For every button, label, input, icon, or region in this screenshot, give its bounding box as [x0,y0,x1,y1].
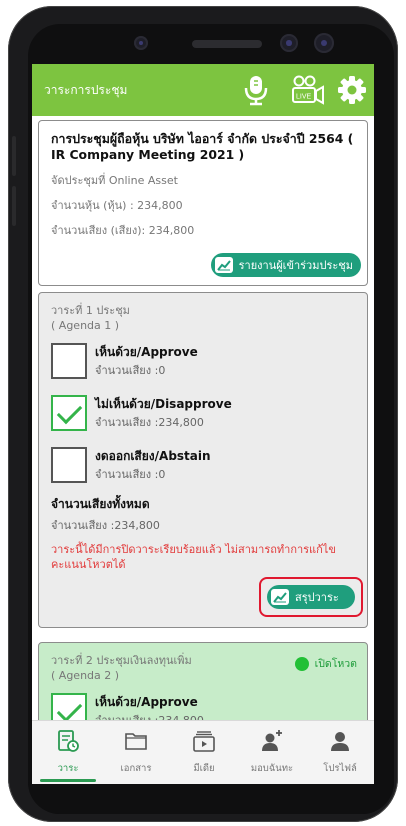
agenda-summary-label: สรุปวาระ [295,591,339,604]
vote-checkbox[interactable] [51,447,87,483]
agenda-closed-notice: วาระนี้ได้มีการปิดวาระเรียบร้อยแล้ว ไม่ส… [51,543,336,571]
app-screen: วาระการประชุม LIVE การประชุมผู้ถือหุ้น บ… [32,64,374,784]
nav-item-media[interactable]: มีเดีย [170,721,238,784]
volume-up-button [12,136,16,176]
agenda-summary-button[interactable]: สรุปวาระ [267,585,355,609]
speaker-grille [192,40,262,48]
nav-label: มีเดีย [193,763,215,774]
vote-option-label: งดออกเสียง/Abstain [95,449,211,463]
svg-text:LIVE: LIVE [296,94,312,101]
vote-option-count: จำนวนเสียง :234,800 [95,416,204,429]
chart-icon [214,257,233,273]
vote-option-approve[interactable]: เห็นด้วย/Approve จำนวนเสียง :0 [51,343,355,389]
nav-label: มอบฉันทะ [250,763,294,774]
gear-icon[interactable] [338,76,366,108]
agenda-card-2: วาระที่ 2 ประชุมเงินลงทุนเพิ่ม ( Agenda … [38,642,368,720]
agenda-title: วาระที่ 1 ประชุม [51,304,130,317]
status-dot-icon [294,656,309,671]
open-vote-status: เปิดโหวต [294,655,357,672]
sensor-icon [134,36,148,50]
nav-item-documents[interactable]: เอกสาร [102,721,170,784]
share-count: จำนวนหุ้น (หุ้น) : 234,800 [51,199,183,212]
agenda-card-1: วาระที่ 1 ประชุม ( Agenda 1 ) เห็นด้วย/A… [38,292,368,628]
vote-checkbox[interactable] [51,343,87,379]
page-title: วาระการประชุม [44,83,128,97]
nav-item-proxy[interactable]: มอบฉันทะ [238,721,306,784]
vote-option-approve[interactable]: เห็นด้วย/Approve จำนวนเสียง :234,800 [51,693,355,720]
meeting-venue: จัดประชุมที่ Online Asset [51,174,178,187]
media-icon [193,731,215,752]
agenda-subtitle: ( Agenda 1 ) [51,319,120,332]
vote-option-label: ไม่เห็นด้วย/Disapprove [95,397,232,411]
total-votes-label: จำนวนเสียงทั้งหมด [51,497,150,511]
nav-item-profile[interactable]: โปรไฟล์ [306,721,374,784]
vote-option-abstain[interactable]: งดออกเสียง/Abstain จำนวนเสียง :0 [51,447,355,493]
top-bezel [28,24,394,68]
open-vote-label: เปิดโหวต [314,658,357,670]
add-person-icon [262,730,282,751]
vote-option-count: จำนวนเสียง :0 [95,468,166,481]
live-camera-icon[interactable]: LIVE [290,74,326,110]
vote-checkbox-checked[interactable] [51,693,87,720]
nav-label: วาระ [57,763,79,774]
microphone-icon[interactable] [242,74,270,110]
vote-option-label: เห็นด้วย/Approve [95,345,198,359]
agenda-icon [58,730,79,752]
vote-checkbox-checked[interactable] [51,395,87,431]
agenda-list[interactable]: การประชุมผู้ถือหุ้น บริษัท ไออาร์ จำกัด … [32,116,374,720]
bottom-nav: วาระ เอกสาร มีเดีย มอบฉันทะ โปรไฟล์ [32,720,374,784]
vote-option-label: เห็นด้วย/Approve [95,695,198,709]
profile-icon [331,732,349,751]
nav-item-agenda[interactable]: วาระ [34,721,102,784]
app-header: วาระการประชุม LIVE [32,64,374,116]
vote-option-disapprove[interactable]: ไม่เห็นด้วย/Disapprove จำนวนเสียง :234,8… [51,395,355,441]
vote-option-count: จำนวนเสียง :234,800 [95,711,204,720]
meeting-title: การประชุมผู้ถือหุ้น บริษัท ไออาร์ จำกัด … [51,131,354,162]
total-votes-value: จำนวนเสียง :234,800 [51,519,160,532]
volume-down-button [12,186,16,226]
active-tab-indicator [40,779,96,782]
nav-label: เอกสาร [120,763,152,774]
summary-highlight: สรุปวาระ [259,577,363,617]
nav-label: โปรไฟล์ [323,763,357,774]
folder-icon [125,733,147,750]
vote-option-count: จำนวนเสียง :0 [95,364,166,377]
meeting-info-card: การประชุมผู้ถือหุ้น บริษัท ไออาร์ จำกัด … [38,120,368,286]
chart-icon [271,589,289,605]
front-camera-icon [314,33,334,53]
attendance-report-button[interactable]: รายงานผู้เข้าร่วมประชุม [210,253,361,277]
attendance-report-label: รายงานผู้เข้าร่วมประชุม [238,259,353,272]
proximity-sensor-icon [280,34,298,52]
vote-count: จำนวนเสียง (เสียง): 234,800 [51,224,195,237]
